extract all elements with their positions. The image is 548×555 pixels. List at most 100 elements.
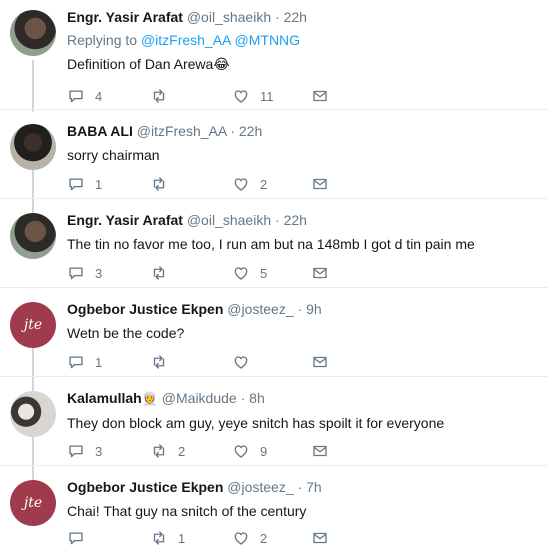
tweet-time[interactable]: 22h (239, 123, 262, 139)
tweet[interactable]: BABA ALI @itzFresh_AA · 22h sorry chairm… (0, 110, 548, 199)
avatar-logo-text: jte (23, 317, 43, 333)
tweet-actions: 1 (67, 352, 367, 372)
like-count: 2 (260, 530, 268, 546)
avatar[interactable]: jte (10, 302, 56, 348)
reply-bubble-icon (69, 267, 83, 280)
retweet-button[interactable] (150, 86, 178, 106)
retweet-icon (153, 444, 165, 458)
separator-dot: · (230, 123, 235, 139)
retweet-button[interactable]: 1 (150, 528, 185, 548)
envelope-icon (313, 445, 327, 457)
reply-button[interactable]: 4 (67, 86, 102, 106)
like-count: 9 (260, 443, 268, 459)
tweet-content: Ogbebor Justice Ekpen @josteez_ · 7h Cha… (67, 478, 538, 521)
tweet-header: Kalamullah👳 @Maikdude · 8h (67, 389, 538, 408)
author-name[interactable]: Kalamullah (67, 390, 142, 406)
avatar[interactable] (10, 213, 56, 259)
like-button[interactable] (232, 352, 260, 372)
tweet-content: Kalamullah👳 @Maikdude · 8h They don bloc… (67, 389, 538, 433)
tweet-actions: 3 5 (67, 263, 367, 283)
like-button[interactable]: 2 (232, 528, 267, 548)
direct-message-button[interactable] (311, 352, 329, 372)
reply-bubble-icon (69, 532, 83, 545)
reply-button[interactable]: 3 (67, 263, 102, 283)
tweet-header: Engr. Yasir Arafat @oil_shaeikh · 22h (67, 211, 538, 229)
tweet[interactable]: Engr. Yasir Arafat @oil_shaeikh · 22h Re… (0, 0, 548, 110)
reply-count: 3 (95, 265, 103, 281)
like-button[interactable]: 2 (232, 174, 267, 194)
separator-dot: · (297, 301, 303, 317)
like-button[interactable]: 11 (232, 86, 274, 106)
retweet-count: 1 (178, 530, 186, 546)
author-handle[interactable]: @oil_shaeikh (187, 212, 271, 228)
retweet-icon (153, 177, 165, 191)
avatar[interactable] (10, 124, 56, 170)
author-handle[interactable]: @josteez_ (227, 301, 293, 317)
tweet[interactable]: Engr. Yasir Arafat @oil_shaeikh · 22h Th… (0, 199, 548, 288)
avatar[interactable]: jte (10, 480, 56, 526)
direct-message-button[interactable] (311, 86, 329, 106)
retweet-button[interactable]: 2 (150, 441, 185, 461)
reply-button[interactable]: 3 (67, 441, 102, 461)
replying-to-handles[interactable]: @itzFresh_AA @MTNNG (141, 32, 300, 48)
heart-icon (234, 532, 248, 545)
heart-icon (234, 356, 248, 369)
tweet-actions: 4 11 (67, 86, 367, 106)
envelope-icon (313, 178, 327, 190)
tweet-time[interactable]: 22h (284, 212, 307, 228)
tweet-header: BABA ALI @itzFresh_AA · 22h (67, 122, 538, 140)
tweet[interactable]: jte Ogbebor Justice Ekpen @josteez_ · 7h… (0, 466, 548, 555)
reply-bubble-icon (69, 90, 83, 103)
retweet-button[interactable] (150, 263, 178, 283)
reply-button[interactable]: 1 (67, 352, 102, 372)
author-name[interactable]: Ogbebor Justice Ekpen (67, 301, 223, 317)
direct-message-button[interactable] (311, 528, 329, 548)
envelope-icon (313, 90, 327, 102)
tweet-header: Ogbebor Justice Ekpen @josteez_ · 7h (67, 478, 538, 496)
tweet-text: The tin no favor me too, I run am but na… (67, 236, 475, 252)
tweet-header: Engr. Yasir Arafat @oil_shaeikh · 22h (67, 8, 538, 26)
tweet-actions: 1 2 (67, 174, 367, 194)
reply-button[interactable]: 1 (67, 174, 102, 194)
tweet-text: Definition of Dan Arewa😂 (67, 56, 230, 72)
tweet-text: Chai! That guy na snitch of the century (67, 503, 307, 519)
like-button[interactable]: 5 (232, 263, 267, 283)
tweet-content: Ogbebor Justice Ekpen @josteez_ · 9h Wet… (67, 300, 538, 343)
tweet-time[interactable]: 7h (306, 479, 322, 495)
tweet-time[interactable]: 8h (249, 390, 265, 406)
author-handle[interactable]: @itzFresh_AA (137, 123, 227, 139)
author-name[interactable]: Ogbebor Justice Ekpen (67, 479, 223, 495)
like-count: 11 (260, 88, 274, 104)
retweet-icon (153, 355, 165, 369)
direct-message-button[interactable] (311, 441, 329, 461)
like-button[interactable]: 9 (232, 441, 267, 461)
author-name[interactable]: Engr. Yasir Arafat (67, 212, 183, 228)
like-count: 5 (260, 265, 268, 281)
tweet-time[interactable]: 22h (284, 9, 307, 25)
direct-message-button[interactable] (311, 263, 329, 283)
reply-button[interactable] (67, 528, 95, 548)
tweet-text: They don block am guy, yeye snitch has s… (67, 415, 445, 431)
tweet[interactable]: Kalamullah👳 @Maikdude · 8h They don bloc… (0, 377, 548, 466)
separator-dot: · (240, 390, 246, 406)
reply-bubble-icon (69, 445, 83, 458)
retweet-button[interactable] (150, 174, 178, 194)
avatar[interactable] (10, 391, 56, 437)
retweet-button[interactable] (150, 352, 178, 372)
tweet[interactable]: jte Ogbebor Justice Ekpen @josteez_ · 9h… (0, 288, 548, 377)
envelope-icon (313, 532, 327, 544)
separator-dot: · (275, 9, 280, 25)
author-handle[interactable]: @josteez_ (227, 479, 293, 495)
direct-message-button[interactable] (311, 174, 329, 194)
tweet-content: Engr. Yasir Arafat @oil_shaeikh · 22h Th… (67, 211, 538, 254)
tweet-time[interactable]: 9h (306, 301, 322, 317)
heart-icon (234, 267, 248, 280)
tweet-header: Ogbebor Justice Ekpen @josteez_ · 9h (67, 300, 538, 318)
author-name[interactable]: BABA ALI (67, 123, 133, 139)
author-handle[interactable]: @Maikdude (162, 390, 237, 406)
like-count: 2 (260, 176, 268, 192)
author-name[interactable]: Engr. Yasir Arafat (67, 9, 183, 25)
author-handle[interactable]: @oil_shaeikh (187, 9, 271, 25)
tweet-text: Wetn be the code? (67, 325, 185, 341)
avatar[interactable] (10, 10, 56, 56)
